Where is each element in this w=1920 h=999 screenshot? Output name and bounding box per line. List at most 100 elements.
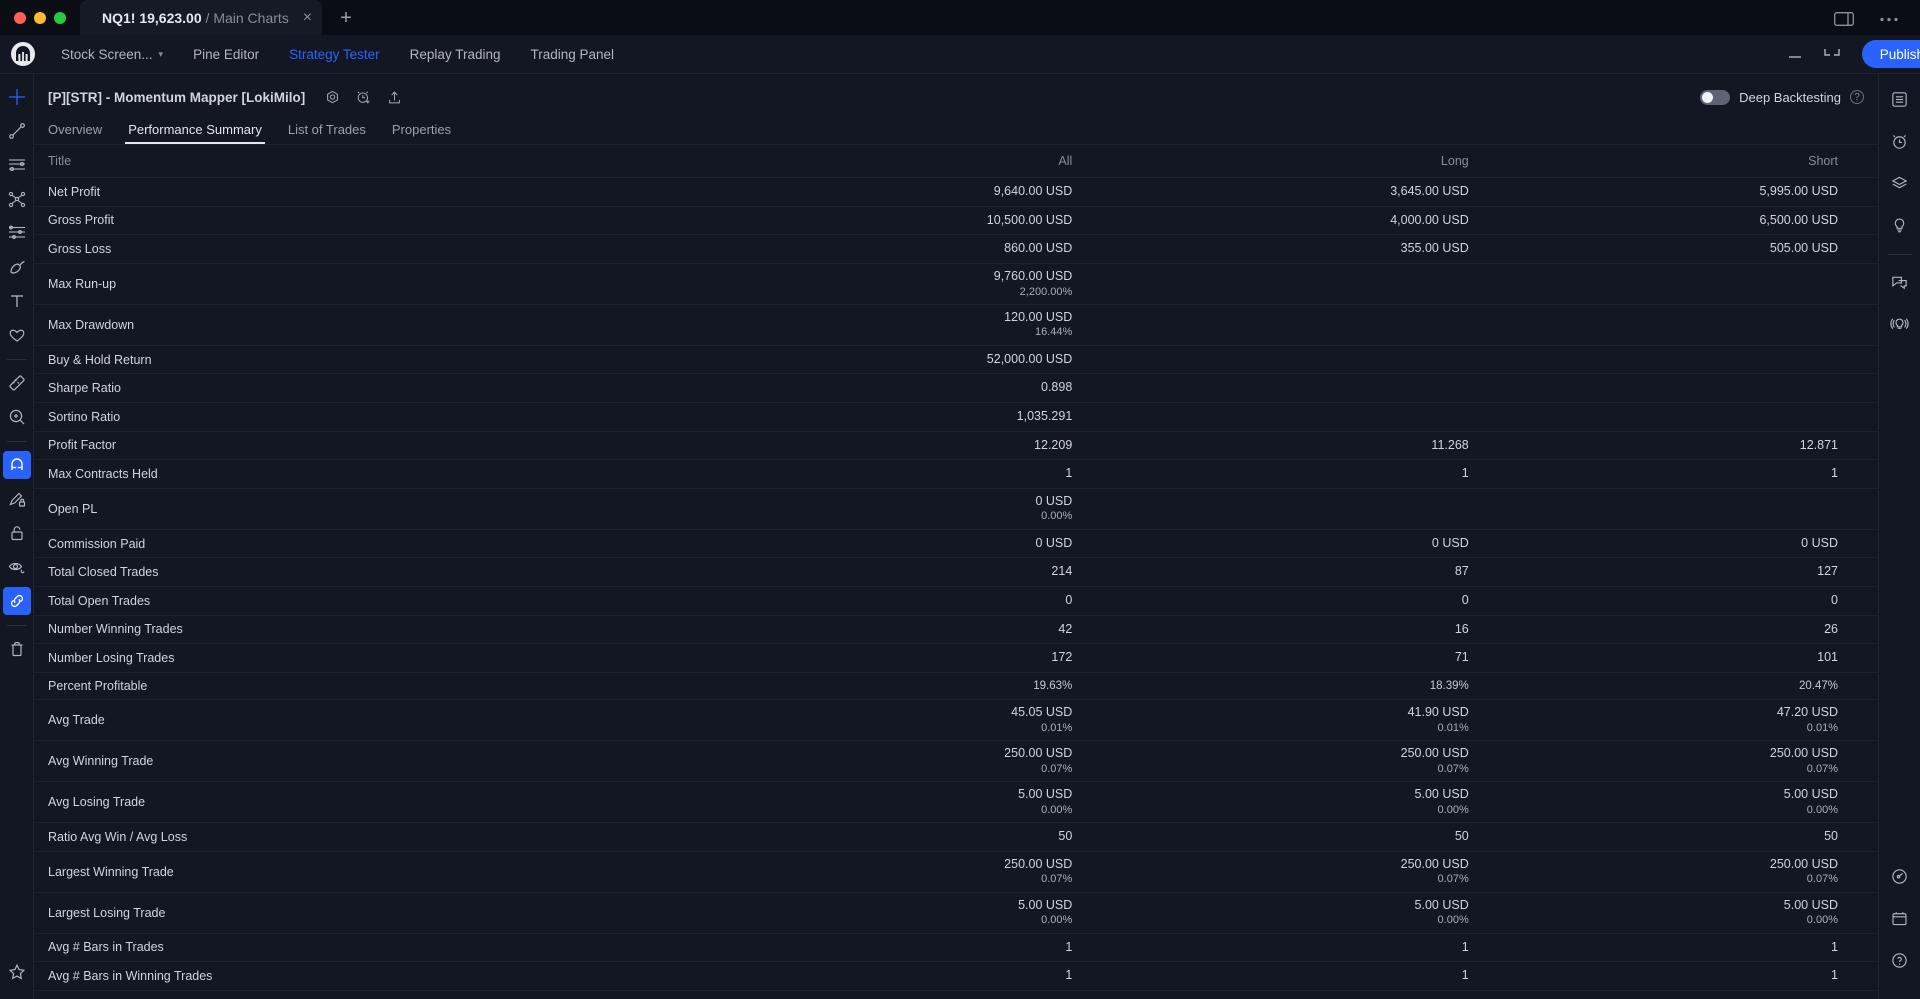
value-percent: 0.01% (1806, 721, 1838, 734)
value-main: 5.00 USD (1783, 897, 1838, 912)
publish-button[interactable]: Publish (1861, 40, 1920, 68)
minimize-panel-icon[interactable] (1788, 49, 1802, 59)
hide-drawings-eye-icon[interactable] (3, 553, 31, 581)
minimize-window-button[interactable] (34, 12, 46, 24)
calendar-icon[interactable] (1885, 903, 1915, 933)
sidebar-toggle-icon[interactable] (1834, 12, 1854, 26)
trend-line-icon[interactable] (3, 117, 31, 145)
table-row: Avg # Bars in Trades 1 1 1 (34, 933, 1878, 963)
brush-icon[interactable] (3, 253, 31, 281)
cell-short (1490, 373, 1878, 403)
cell-short: 20.47% (1490, 672, 1878, 701)
cell-short: 505.00 USD (1490, 234, 1878, 264)
data-window-layers-icon[interactable] (1885, 168, 1915, 198)
value-percent: 2,200.00% (1019, 285, 1073, 298)
cell-short: 0 (1490, 586, 1878, 616)
favorites-star-icon[interactable] (3, 963, 31, 993)
column-header-short[interactable]: Short (1490, 145, 1878, 178)
value-percent: 0.00% (1041, 510, 1073, 523)
ruler-measure-icon[interactable] (3, 369, 31, 397)
cell-long: 1 (1094, 933, 1491, 963)
value-percent: 0.01% (1041, 721, 1073, 734)
lock-drawings-icon[interactable] (3, 519, 31, 547)
chat-bubble-icon[interactable] (1885, 267, 1915, 297)
tab-label: List of Trades (287, 121, 366, 137)
cell-long (1094, 263, 1491, 305)
heart-shape-icon[interactable] (3, 321, 31, 349)
menu-item-label: Pine Editor (193, 46, 260, 62)
table-row: Largest Winning Trade 250.00 USD 0.07% 250.… (34, 851, 1878, 893)
zoom-in-icon[interactable] (3, 403, 31, 431)
drawing-mode-lock-icon[interactable] (3, 485, 31, 513)
cell-short: 101 (1490, 643, 1878, 673)
cell-all: 0.898 (697, 373, 1095, 403)
cell-all: 120.00 USD 16.44% (697, 304, 1095, 346)
strategy-settings-icon[interactable] (325, 90, 340, 105)
new-tab-plus-icon[interactable]: + (322, 8, 370, 35)
cell-short: 250.00 USD 0.07% (1490, 740, 1878, 783)
horizontal-lines-icon[interactable] (3, 151, 31, 179)
deep-backtesting-toggle[interactable] (1700, 89, 1731, 105)
menu-item-pine-editor[interactable]: Pine Editor (178, 47, 274, 62)
more-options-icon[interactable] (1880, 17, 1898, 22)
maximize-window-button[interactable] (54, 12, 66, 24)
alerts-clock-icon[interactable] (1885, 126, 1915, 156)
menu-item-stock-screener[interactable]: Stock Screen... ▾ (46, 47, 178, 62)
value-percent: 0.00% (1806, 914, 1838, 927)
tab-overview[interactable]: Overview (48, 114, 115, 144)
menu-item-strategy-tester[interactable]: Strategy Tester (274, 47, 395, 62)
browser-tab-active[interactable]: NQ1! 19,623.00 / Main Charts × (80, 0, 323, 35)
speedometer-gauge-icon[interactable] (1885, 861, 1915, 891)
value-main: 120.00 USD (1004, 309, 1073, 324)
menu-item-replay-trading[interactable]: Replay Trading (395, 47, 516, 62)
text-tool-icon[interactable] (3, 287, 31, 315)
app-toolbar: Stock Screen... ▾ Pine Editor Strategy T… (0, 35, 1920, 74)
pitchfork-icon[interactable] (3, 185, 31, 213)
link-sync-icon[interactable] (2, 587, 31, 615)
watchlist-icon[interactable] (1885, 84, 1915, 114)
cell-short (1490, 263, 1878, 305)
column-header-long[interactable]: Long (1094, 145, 1491, 178)
close-icon[interactable]: × (303, 9, 312, 26)
export-share-icon[interactable] (387, 90, 402, 105)
add-alert-clock-icon[interactable] (356, 90, 371, 105)
magnet-icon[interactable] (2, 451, 31, 479)
crosshair-cursor-icon[interactable] (3, 83, 31, 111)
deep-backtesting-control: Deep Backtesting ? (1700, 89, 1864, 105)
tab-performance-summary[interactable]: Performance Summary (115, 114, 275, 144)
column-header-title[interactable]: Title (34, 145, 698, 178)
help-question-icon[interactable] (1885, 945, 1915, 975)
collapse-panel-icon[interactable] (1824, 48, 1840, 60)
rail-divider (6, 359, 27, 360)
table-row: Ratio Avg Win / Avg Loss 50 50 50 (34, 822, 1878, 852)
remove-drawings-trash-icon[interactable] (3, 635, 31, 663)
tradingview-logo[interactable] (0, 42, 46, 66)
cell-all: 45.05 USD 0.01% (697, 699, 1095, 742)
value-main: 101 (1817, 650, 1838, 665)
menu-item-trading-panel[interactable]: Trading Panel (515, 47, 629, 62)
cell-all: 50 (697, 822, 1095, 852)
right-sidebar-bottom (1885, 861, 1915, 999)
tab-properties[interactable]: Properties (379, 114, 464, 144)
table-row: Avg # Bars in Losing Trades111 (34, 990, 1878, 999)
table-row: Avg Winning Trade 250.00 USD 0.07% 250.00 U… (34, 740, 1878, 783)
broadcast-lightbulb-icon[interactable] (1885, 309, 1915, 339)
value-main: 0.898 (1041, 380, 1073, 395)
help-question-icon[interactable]: ? (1850, 90, 1864, 104)
value-main: 3,645.00 USD (1390, 184, 1469, 198)
row-title: Profit Factor (34, 431, 698, 461)
cell-all: 5.00 USD 0.00% (697, 892, 1095, 934)
performance-summary-table-container[interactable]: Title All Long Short Net Profit 9,640.00 … (34, 144, 1878, 999)
cell-all: 42 (697, 615, 1095, 645)
fib-retracement-icon[interactable] (3, 219, 31, 247)
deep-backtesting-label: Deep Backtesting (1739, 89, 1841, 105)
tab-label: Performance Summary (128, 121, 262, 137)
table-head: Title All Long Short (34, 145, 1878, 178)
cell-long: 16 (1094, 615, 1491, 645)
column-header-all[interactable]: All (697, 145, 1095, 178)
tradingview-app-window: NQ1! 19,623.00 / Main Charts × + Stock S… (0, 0, 1920, 999)
ideas-lightbulb-icon[interactable] (1885, 210, 1915, 240)
cell-long (1094, 488, 1491, 530)
tab-list-of-trades[interactable]: List of Trades (275, 114, 379, 144)
close-window-button[interactable] (14, 12, 26, 24)
